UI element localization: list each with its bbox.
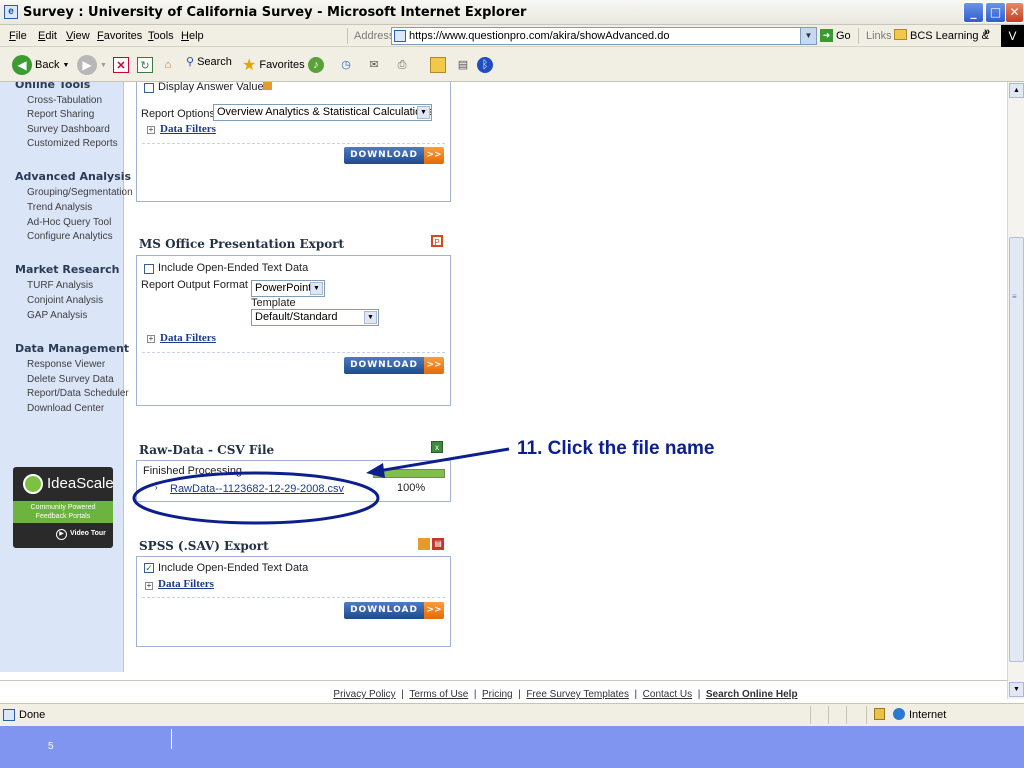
page-icon (394, 30, 406, 42)
page-done-icon (3, 709, 15, 721)
menu-tools[interactable]: Tools (148, 30, 174, 42)
edit-icon[interactable] (430, 57, 446, 73)
status-cell (866, 706, 867, 724)
footer-search-help-link[interactable]: Search Online Help (706, 689, 798, 700)
callout-text: 11. Click the file name (517, 438, 715, 459)
search-button[interactable]: ⚲ Search (186, 55, 232, 69)
status-cell (810, 706, 811, 724)
media-icon[interactable]: ♪ (308, 57, 324, 73)
forward-arrow-icon: ▶ (77, 55, 97, 75)
go-arrow-icon[interactable]: ➜ (820, 29, 833, 42)
spss-icon: ▤ (432, 538, 444, 550)
maximize-button[interactable]: □ (985, 2, 1006, 23)
globe-icon (893, 708, 905, 720)
status-cell (828, 706, 829, 724)
data-filters-link[interactable]: Data Filters (158, 578, 214, 590)
footer-privacy-link[interactable]: Privacy Policy (333, 689, 395, 700)
favorites-button[interactable]: ★ Favorites (242, 55, 305, 75)
standard-toolbar: ◀ Back ▼ ▶ ▼ ✕ ↻ ⌂ ⚲ Search ★ Favorites … (0, 47, 1024, 82)
include-text-checkbox-checked[interactable]: ✓ (144, 563, 154, 573)
research-icon[interactable]: ▤ (455, 57, 471, 73)
home-icon[interactable]: ⌂ (160, 57, 176, 73)
footer-contact-link[interactable]: Contact Us (643, 689, 692, 700)
folder-icon (894, 29, 907, 40)
page-viewport: Online Tools Cross-Tabulation Report Sha… (0, 82, 1007, 679)
back-label: Back (35, 59, 60, 71)
menu-view[interactable]: View (66, 30, 90, 42)
status-bar: Done Internet (0, 703, 1024, 726)
address-input[interactable]: https://www.questionpro.com/akira/showAd… (391, 27, 817, 45)
links-bcs-learning[interactable]: BCS Learning & (910, 30, 989, 42)
divider (142, 597, 445, 598)
mail-icon[interactable]: ✉ (366, 57, 382, 73)
stop-icon[interactable]: ✕ (113, 57, 129, 73)
menu-file[interactable]: File (9, 30, 27, 42)
scroll-up-icon[interactable]: ▲ (1009, 83, 1024, 98)
print-icon[interactable]: ⎙ (394, 57, 410, 73)
spss-panel: ✓ Include Open-Ended Text Data + Data Fi… (136, 556, 451, 647)
back-button[interactable]: ◀ Back ▼ (12, 55, 69, 75)
expand-icon[interactable]: + (145, 582, 153, 590)
forward-button[interactable]: ▶ ▼ (77, 55, 107, 75)
download-button[interactable]: DOWNLOAD >> (344, 602, 444, 619)
download-label: DOWNLOAD (344, 602, 424, 619)
menu-help[interactable]: Help (181, 30, 204, 42)
links-more-chevron[interactable]: » (984, 26, 990, 38)
back-arrow-icon: ◀ (12, 55, 32, 75)
search-label: Search (197, 55, 232, 68)
lock-icon (874, 708, 885, 720)
address-label: Address (354, 30, 395, 42)
links-label: Links (866, 30, 892, 42)
callout-arrow-line (377, 447, 510, 473)
scroll-grip-icon: ≡ (1012, 292, 1017, 301)
window-title: Survey : University of California Survey… (23, 5, 527, 20)
refresh-icon[interactable]: ↻ (137, 57, 153, 73)
separator (858, 28, 859, 44)
footer-divider (0, 680, 1007, 681)
highlight-ellipse (132, 471, 380, 525)
edit-icon (418, 538, 430, 550)
go-button[interactable]: Go (836, 30, 851, 42)
favorites-label: Favorites (259, 59, 305, 71)
star-icon: ★ (242, 57, 257, 74)
scroll-down-icon[interactable]: ▼ (1009, 682, 1024, 697)
history-icon[interactable]: ◷ (338, 57, 354, 73)
menu-bar: File Edit View Favorites Tools Help Addr… (0, 25, 1024, 47)
bluetooth-icon[interactable]: ᛒ (477, 57, 493, 73)
download-arrow: >> (424, 602, 444, 619)
address-url[interactable]: https://www.questionpro.com/akira/showAd… (409, 30, 669, 42)
chevron-down-icon[interactable]: ▼ (62, 62, 69, 69)
footer-terms-link[interactable]: Terms of Use (409, 689, 468, 700)
chevron-down-icon[interactable]: ▼ (100, 62, 107, 69)
footer-links: Privacy Policy | Terms of Use | Pricing … (333, 689, 798, 700)
spss-title: SPSS (.SAV) Export (139, 539, 269, 553)
slide-number: 5 (48, 741, 54, 752)
menu-favorites[interactable]: Favorites (97, 30, 142, 42)
minimize-button[interactable]: _ (963, 2, 984, 23)
search-icon: ⚲ (186, 56, 195, 68)
slide-footer: 5 (0, 726, 1024, 768)
extra-toolbar-label[interactable]: V (1001, 25, 1024, 47)
separator (347, 28, 348, 44)
close-button[interactable]: ✕ (1005, 2, 1024, 23)
ie-icon: e (4, 5, 18, 19)
footer-templates-link[interactable]: Free Survey Templates (526, 689, 629, 700)
title-bar: e Survey : University of California Surv… (0, 0, 1024, 25)
chevron-down-icon[interactable]: ▼ (800, 28, 816, 44)
vertical-scrollbar[interactable]: ▲ ≡ ▼ (1007, 82, 1024, 699)
footer-pricing-link[interactable]: Pricing (482, 689, 513, 700)
slide-divider (171, 729, 172, 749)
include-text-label: Include Open-Ended Text Data (158, 562, 309, 574)
status-cell (846, 706, 847, 724)
security-zone: Internet (909, 709, 947, 721)
status-text: Done (19, 709, 46, 721)
callout-arrow-head (366, 463, 385, 478)
menu-edit[interactable]: Edit (38, 30, 57, 42)
